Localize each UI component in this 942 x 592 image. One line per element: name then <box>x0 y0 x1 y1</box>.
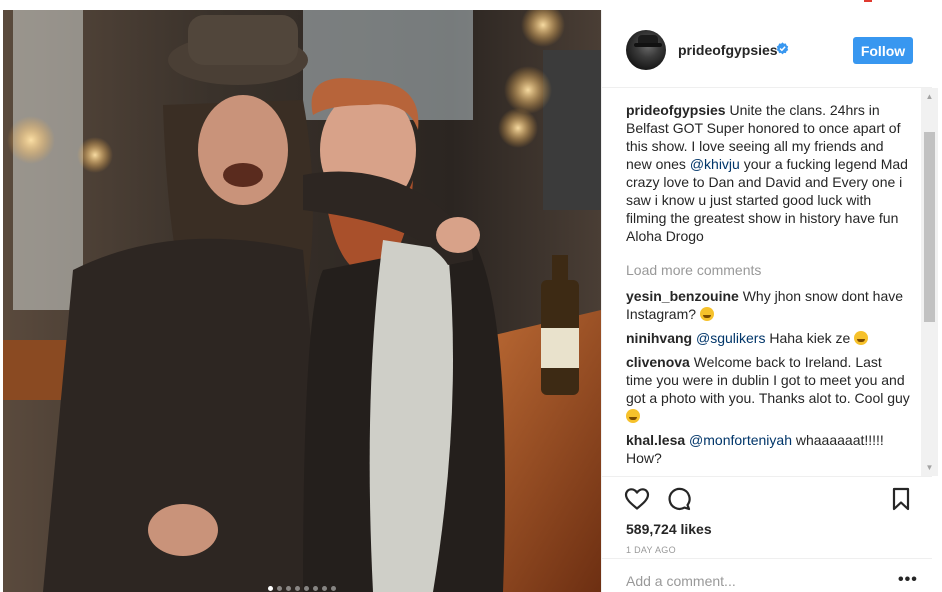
add-comment-bar: Add a comment... ••• <box>602 558 932 592</box>
comment-mention[interactable]: @sgulikers <box>696 330 765 346</box>
scrollbar-thumb[interactable] <box>924 132 935 322</box>
verified-badge-icon <box>776 42 789 55</box>
list-item: khal.lesa @monforteniyah whaaaaaat!!!!! … <box>626 431 911 466</box>
post-timestamp: 1 DAY AGO <box>626 545 676 555</box>
caption: prideofgypsies Unite the clans. 24hrs in… <box>626 101 911 245</box>
carousel-dot[interactable] <box>304 586 309 591</box>
post-photo[interactable] <box>3 10 601 592</box>
laughing-emoji-icon <box>854 331 869 345</box>
avatar[interactable] <box>626 30 666 70</box>
caption-mention[interactable]: @khivju <box>690 156 740 172</box>
post-actions: 589,724 likes 1 DAY AGO <box>602 476 932 555</box>
carousel-dot[interactable] <box>313 586 318 591</box>
load-more-comments[interactable]: Load more comments <box>626 261 911 279</box>
smiling-emoji-icon <box>626 409 640 423</box>
post-username[interactable]: prideofgypsies <box>678 42 778 58</box>
carousel-dot[interactable] <box>295 586 300 591</box>
follow-button[interactable]: Follow <box>853 37 913 64</box>
comment-list: prideofgypsies Unite the clans. 24hrs in… <box>626 101 911 466</box>
list-item: ninihvang @sgulikers Haha kiek ze <box>626 329 911 347</box>
bookmark-icon[interactable] <box>890 487 912 511</box>
list-item: yesin_benzouine Why jhon snow dont have … <box>626 287 911 323</box>
comment-username[interactable]: clivenova <box>626 354 690 370</box>
heart-icon[interactable] <box>624 487 650 511</box>
scroll-up-arrow-icon[interactable]: ▲ <box>921 88 938 105</box>
post-header: prideofgypsies Follow <box>602 10 932 88</box>
photo-illustration <box>3 10 601 592</box>
scroll-down-arrow-icon[interactable]: ▼ <box>921 459 938 476</box>
add-comment-input[interactable]: Add a comment... <box>626 573 736 589</box>
like-count[interactable]: 589,724 likes <box>626 521 712 537</box>
carousel-indicator <box>3 586 601 591</box>
comment-icon[interactable] <box>666 487 692 511</box>
grinning-sweat-emoji-icon <box>699 307 714 321</box>
carousel-dot[interactable] <box>277 586 282 591</box>
post-side-panel: prideofgypsies Follow prideofgypsies Uni… <box>601 10 942 592</box>
comment-username[interactable]: khal.lesa <box>626 432 685 448</box>
comments-scrollbar[interactable]: ▲ ▼ <box>921 88 938 476</box>
carousel-dot[interactable] <box>268 586 273 591</box>
more-options-icon[interactable]: ••• <box>898 571 918 589</box>
carousel-dot[interactable] <box>331 586 336 591</box>
comment-mention[interactable]: @monforteniyah <box>689 432 792 448</box>
comment-username[interactable]: yesin_benzouine <box>626 288 739 304</box>
comment-username[interactable]: ninihvang <box>626 330 692 346</box>
carousel-dot[interactable] <box>322 586 327 591</box>
caption-username[interactable]: prideofgypsies <box>626 102 726 118</box>
browser-top-edge <box>0 0 942 3</box>
carousel-dot[interactable] <box>286 586 291 591</box>
list-item: clivenova Welcome back to Ireland. Last … <box>626 353 911 425</box>
comment-text: Haha kiek ze <box>765 330 855 346</box>
